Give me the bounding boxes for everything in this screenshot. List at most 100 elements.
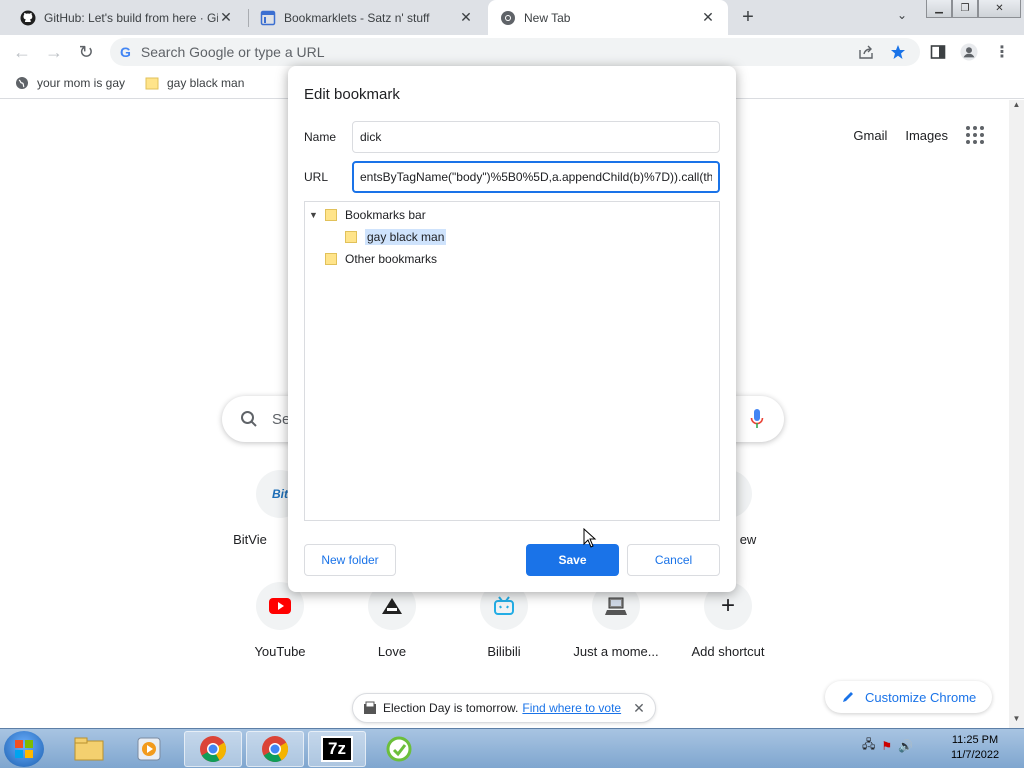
top-links: Gmail Images xyxy=(853,126,984,144)
tab-title: Bookmarklets - Satz n' stuff xyxy=(284,10,430,25)
tab-bookmarklets[interactable]: Bookmarklets - Satz n' stuff ✕ xyxy=(248,0,486,35)
apps-grid-icon[interactable] xyxy=(966,126,984,144)
tab-title: GitHub: Let's build from here · GitHub xyxy=(44,10,218,25)
bookmark-item[interactable]: your mom is gay xyxy=(15,76,125,90)
shortcut-label: Add shortcut xyxy=(691,644,765,659)
bookmark-label: gay black man xyxy=(167,76,245,90)
folder-tree[interactable]: ▼ Bookmarks bar gay black man Other book… xyxy=(304,201,720,521)
scrollbar[interactable]: ▲ ▼ xyxy=(1009,100,1024,728)
window-controls: ▁ ❐ ✕ xyxy=(926,0,1021,18)
shortcut-label: BitVie xyxy=(233,532,267,547)
election-banner: Election Day is tomorrow. Find where to … xyxy=(352,693,656,723)
customize-label: Customize Chrome xyxy=(865,689,977,705)
tab-strip: GitHub: Let's build from here · GitHub ✕… xyxy=(0,0,1024,35)
side-panel-icon[interactable] xyxy=(929,43,947,61)
chrome-taskbar-icon[interactable] xyxy=(246,731,304,767)
action-center-icon[interactable]: ⚑ xyxy=(881,739,892,753)
scroll-down-icon[interactable]: ▼ xyxy=(1009,714,1024,728)
shortcut-love[interactable]: Love xyxy=(336,582,448,659)
close-icon[interactable]: ✕ xyxy=(700,9,716,26)
images-link[interactable]: Images xyxy=(905,128,948,143)
folder-icon xyxy=(325,253,337,265)
clock-date: 11/7/2022 xyxy=(950,749,1000,761)
forward-button[interactable]: → xyxy=(43,41,65,63)
folder-icon xyxy=(145,77,159,90)
taskbar: 7z 🖧 ⚑ 🔊 11:25 PM 11/7/2022 xyxy=(0,728,1024,768)
name-label: Name xyxy=(304,130,337,144)
tree-node-gay-black-man[interactable]: gay black man xyxy=(345,229,447,245)
document-icon xyxy=(260,10,276,26)
chrome-taskbar-icon[interactable] xyxy=(184,731,242,767)
close-icon[interactable]: ✕ xyxy=(458,9,474,26)
new-tab-button[interactable]: + xyxy=(737,6,759,28)
restore-button[interactable]: ❐ xyxy=(952,0,978,18)
cancel-button[interactable]: Cancel xyxy=(627,544,720,576)
chrome-icon xyxy=(500,10,516,26)
tree-node-label: Other bookmarks xyxy=(345,252,438,266)
minimize-button[interactable]: ▁ xyxy=(926,0,952,18)
reload-button[interactable]: ↻ xyxy=(75,41,97,63)
save-button[interactable]: Save xyxy=(526,544,619,576)
globe-icon xyxy=(16,77,28,89)
tree-node-bookmarks-bar[interactable]: ▼ Bookmarks bar xyxy=(309,208,426,222)
find-where-to-vote-link[interactable]: Find where to vote xyxy=(522,701,621,715)
pencil-icon xyxy=(843,692,853,702)
tree-node-other-bookmarks[interactable]: Other bookmarks xyxy=(325,252,437,266)
customize-chrome-button[interactable]: Customize Chrome xyxy=(825,681,993,713)
share-icon[interactable] xyxy=(857,43,875,61)
tab-github[interactable]: GitHub: Let's build from here · GitHub ✕ xyxy=(8,0,246,35)
dialog-title: Edit bookmark xyxy=(304,86,400,103)
omnibox-placeholder: Search Google or type a URL xyxy=(140,44,325,60)
tab-title: New Tab xyxy=(524,10,571,25)
window-close-button[interactable]: ✕ xyxy=(978,0,1021,18)
name-field[interactable] xyxy=(352,121,720,153)
shortcut-label: Bilibili xyxy=(487,644,521,659)
mouse-cursor-icon xyxy=(583,528,597,548)
clock-time: 11:25 PM xyxy=(951,734,999,746)
toolbar: ← → ↻ G Search Google or type a URL ⋮ xyxy=(0,35,1024,69)
network-icon[interactable]: 🖧 xyxy=(862,735,875,756)
url-field[interactable] xyxy=(352,161,720,193)
google-icon: G xyxy=(120,44,131,60)
expand-arrow-icon[interactable]: ▼ xyxy=(309,210,319,220)
url-label: URL xyxy=(304,170,329,184)
shortcut-label: ew xyxy=(739,532,757,547)
search-icon xyxy=(241,411,257,427)
seven-zip-icon[interactable]: 7z xyxy=(308,731,366,767)
folder-icon xyxy=(345,231,357,243)
shortcut-bilibili[interactable]: Bilibili xyxy=(448,582,560,659)
profile-icon[interactable] xyxy=(960,43,978,61)
add-shortcut-button[interactable]: + Add shortcut xyxy=(672,582,784,659)
windows-start-icon[interactable] xyxy=(4,731,44,767)
github-icon xyxy=(20,10,36,26)
bookmark-folder[interactable]: gay black man xyxy=(145,76,244,90)
app-taskbar-icon[interactable] xyxy=(370,731,428,767)
omnibox[interactable]: G Search Google or type a URL xyxy=(110,38,920,66)
new-folder-button[interactable]: New folder xyxy=(304,544,396,576)
shortcut-label: Just a mome... xyxy=(573,644,659,659)
scroll-up-icon[interactable]: ▲ xyxy=(1009,100,1024,114)
shortcut-youtube[interactable]: YouTube xyxy=(224,582,336,659)
folder-icon xyxy=(325,209,337,221)
tree-node-label: Bookmarks bar xyxy=(345,208,426,222)
menu-icon[interactable]: ⋮ xyxy=(993,43,1011,61)
file-explorer-icon[interactable] xyxy=(60,731,118,767)
star-icon[interactable] xyxy=(889,43,907,61)
volume-icon[interactable]: 🔊 xyxy=(898,739,913,753)
system-tray: 🖧 ⚑ 🔊 xyxy=(862,735,913,756)
microphone-icon[interactable] xyxy=(750,408,764,430)
election-text: Election Day is tomorrow. xyxy=(383,701,519,715)
tab-search-icon[interactable]: ⌄ xyxy=(897,8,907,22)
edit-bookmark-dialog: Edit bookmark Name URL ▼ Bookmarks bar g… xyxy=(288,66,736,592)
ballot-icon xyxy=(364,701,376,714)
tab-new-tab[interactable]: New Tab ✕ xyxy=(488,0,728,35)
gmail-link[interactable]: Gmail xyxy=(853,128,887,143)
shortcut-label: Love xyxy=(377,644,407,659)
shortcut-label: YouTube xyxy=(254,644,306,659)
shortcut-just-a-moment[interactable]: Just a mome... xyxy=(560,582,672,659)
media-player-icon[interactable] xyxy=(120,731,178,767)
clock[interactable]: 11:25 PM 11/7/2022 xyxy=(940,733,1010,763)
close-icon[interactable]: ✕ xyxy=(218,9,234,26)
close-icon[interactable]: ✕ xyxy=(633,700,645,717)
back-button[interactable]: ← xyxy=(11,41,33,63)
